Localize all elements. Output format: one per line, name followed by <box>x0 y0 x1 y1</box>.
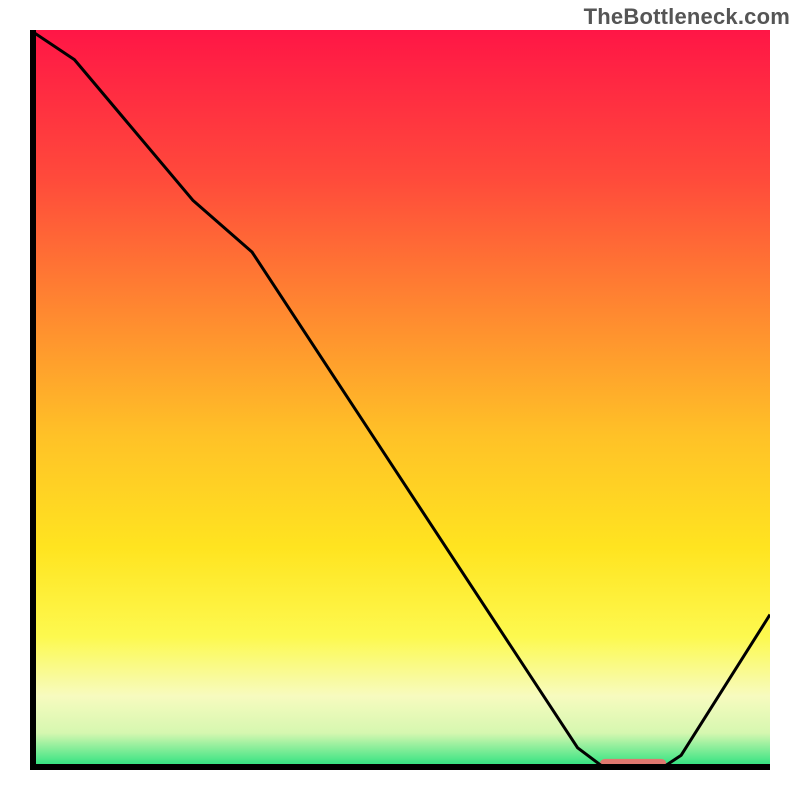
chart-frame: TheBottleneck.com <box>0 0 800 800</box>
plot-area <box>30 30 770 770</box>
plot-svg <box>30 30 770 770</box>
attribution-label: TheBottleneck.com <box>584 4 790 30</box>
